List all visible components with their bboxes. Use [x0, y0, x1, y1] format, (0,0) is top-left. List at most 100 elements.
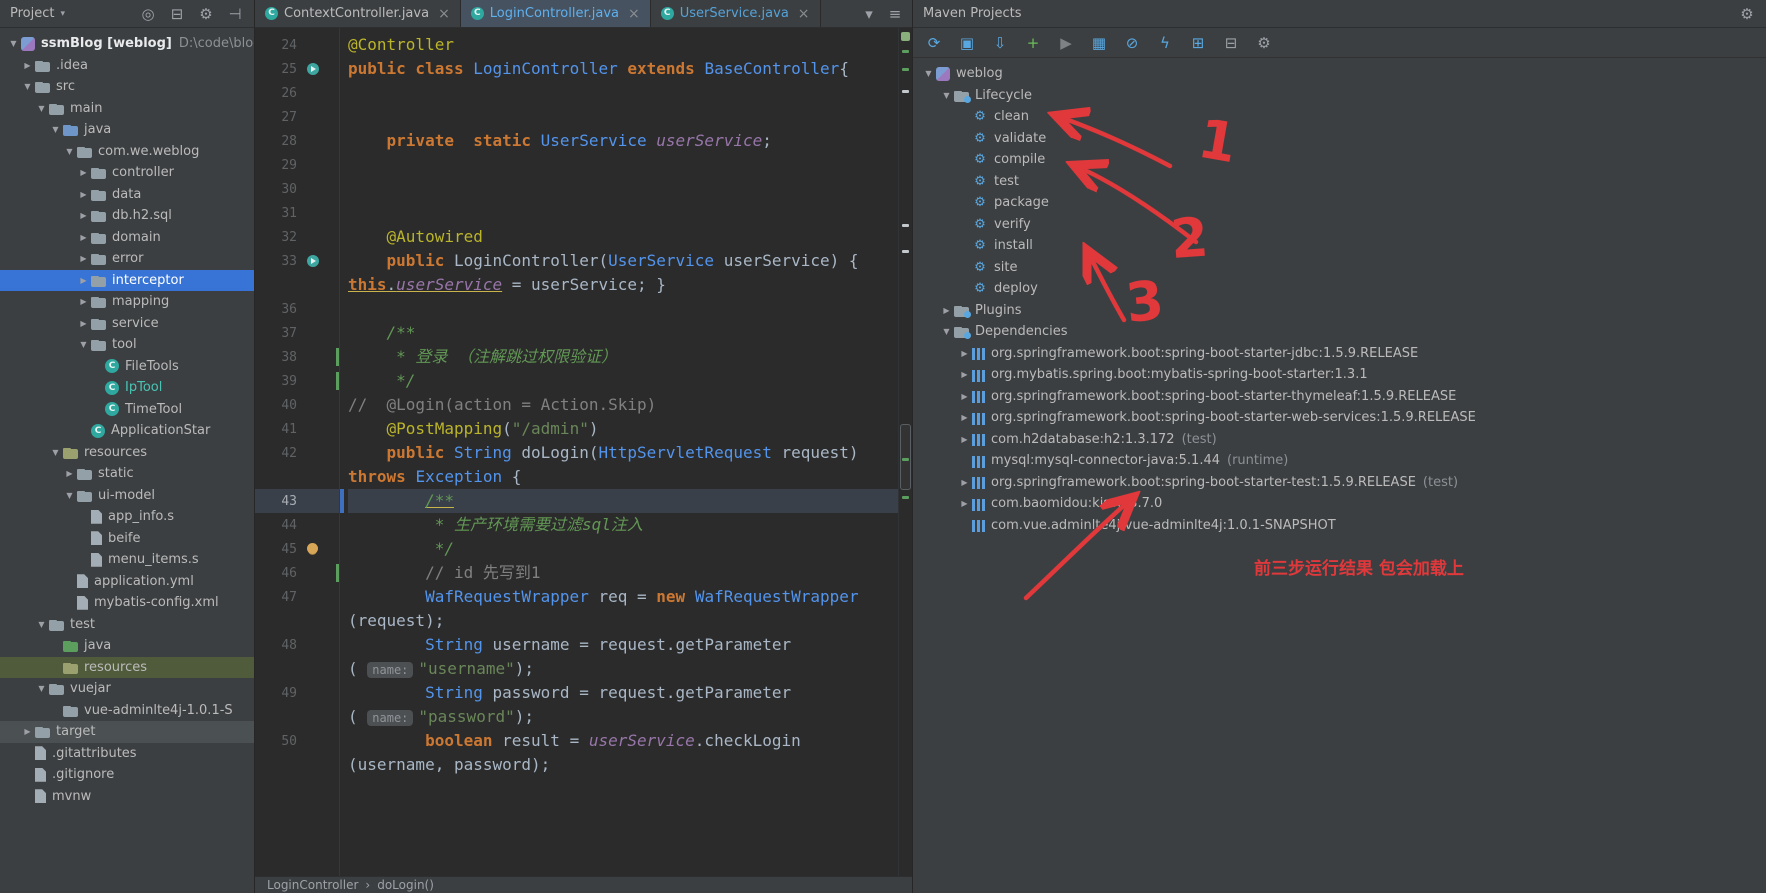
maven-item-org-springframework-boot-spring-boot-starter-web-services-1-5-9-release[interactable]: ▶ org.springframework.boot:spring-boot-st… — [913, 407, 1766, 429]
gutter-line[interactable]: 25 — [255, 57, 339, 81]
close-icon[interactable]: × — [798, 6, 810, 22]
gutter-line[interactable]: 36 — [255, 297, 339, 321]
code-line[interactable]: public String doLogin(HttpServletRequest… — [348, 441, 898, 465]
code-line[interactable]: * 登录 （注解跳过权限验证） — [348, 345, 898, 369]
project-item-vuejar[interactable]: ▼ vuejar — [0, 678, 254, 700]
spring-bean-icon[interactable] — [307, 255, 319, 267]
code-line[interactable]: @PostMapping("/admin") — [348, 417, 898, 441]
gutter-line[interactable]: 49 — [255, 681, 339, 705]
chevron-down-icon[interactable]: ▼ — [921, 69, 936, 78]
code-line[interactable]: boolean result = userService.checkLogin — [348, 729, 898, 753]
gutter-line[interactable]: 33 — [255, 249, 339, 273]
intention-bulb-icon[interactable] — [307, 543, 318, 554]
code-line[interactable] — [348, 297, 898, 321]
collapse-all-icon[interactable]: ⊟ — [168, 5, 186, 23]
chevron-down-icon[interactable]: ▼ — [34, 104, 49, 113]
chevron-right-icon[interactable]: ▶ — [20, 61, 35, 70]
gutter-line[interactable] — [255, 753, 339, 777]
gutter-line[interactable]: 42 — [255, 441, 339, 465]
maven-item-org-mybatis-spring-boot-mybatis-spring-boot-starter-1-3-1[interactable]: ▶ org.mybatis.spring.boot:mybatis-spring-… — [913, 364, 1766, 386]
generate-sources-icon[interactable]: ▣ — [958, 34, 976, 52]
chevron-down-icon[interactable]: ▼ — [939, 327, 954, 336]
chevron-down-icon[interactable]: ▼ — [48, 125, 63, 134]
code-line[interactable]: /** — [348, 321, 898, 345]
project-item-test[interactable]: ▼ test — [0, 614, 254, 636]
gutter-line[interactable]: 28 — [255, 129, 339, 153]
maven-item-test[interactable]: ⚙ test — [913, 171, 1766, 193]
chevron-down-icon[interactable]: ▼ — [6, 39, 21, 48]
gutter-line[interactable]: 39 — [255, 369, 339, 393]
maven-item-mysql-mysql-connector-java-5-1-44[interactable]: mysql:mysql-connector-java:5.1.44 (runtim… — [913, 450, 1766, 472]
chevron-right-icon[interactable]: ▶ — [76, 211, 91, 220]
maven-item-verify[interactable]: ⚙ verify — [913, 214, 1766, 236]
chevron-right-icon[interactable]: ▶ — [76, 254, 91, 263]
chevron-right-icon[interactable]: ▶ — [76, 190, 91, 199]
code-line[interactable]: /** — [340, 489, 898, 513]
code-line[interactable]: @Controller — [348, 33, 898, 57]
project-item-beife[interactable]: beife — [0, 528, 254, 550]
project-item-db-h2-sql[interactable]: ▶ db.h2.sql — [0, 205, 254, 227]
maven-item-com-baomidou-kisso-3-7-0[interactable]: ▶ com.baomidou:kisso:3.7.0 — [913, 493, 1766, 515]
project-item-com-we-weblog[interactable]: ▼ com.we.weblog — [0, 141, 254, 163]
gutter-line[interactable]: 31 — [255, 201, 339, 225]
gutter-line[interactable]: 47 — [255, 585, 339, 609]
project-item-timetool[interactable]: C TimeTool — [0, 399, 254, 421]
gutter-line[interactable]: 46 — [255, 561, 339, 585]
toggle-offline-mode-icon[interactable]: ⊘ — [1123, 34, 1141, 52]
gutter-line[interactable] — [255, 273, 339, 297]
add-maven-project-icon[interactable]: + — [1024, 34, 1042, 52]
gutter-line[interactable]: 37 — [255, 321, 339, 345]
project-item-menu-items-s[interactable]: menu_items.s — [0, 549, 254, 571]
maven-item-org-springframework-boot-spring-boot-starter-thymeleaf-1-5-9-release[interactable]: ▶ org.springframework.boot:spring-boot-st… — [913, 386, 1766, 408]
code-line[interactable]: this.userService = userService; } — [348, 273, 898, 297]
inspections-indicator[interactable] — [901, 32, 910, 41]
chevron-down-icon[interactable]: ▼ — [62, 147, 77, 156]
collapse-all-icon[interactable]: ⊟ — [1222, 34, 1240, 52]
maven-item-com-vue-adminlte4j-vue-adminlte4j-1-0-1-snapshot[interactable]: com.vue.adminlte4j:vue-adminlte4j:1.0.1-… — [913, 515, 1766, 537]
project-item-vue-adminlte4j-1-0-1-s[interactable]: vue-adminlte4j-1.0.1-S — [0, 700, 254, 722]
chevron-right-icon[interactable]: ▶ — [76, 233, 91, 242]
project-item-filetools[interactable]: C FileTools — [0, 356, 254, 378]
show-dependencies-icon[interactable]: ⊞ — [1189, 34, 1207, 52]
project-item-mybatis-config-xml[interactable]: mybatis-config.xml — [0, 592, 254, 614]
code-line[interactable]: ( name: "username"); — [348, 657, 898, 681]
gutter-line[interactable]: 29 — [255, 153, 339, 177]
project-item-java[interactable]: ▼ java — [0, 119, 254, 141]
project-item-target[interactable]: ▶ target — [0, 721, 254, 743]
chevron-right-icon[interactable]: ▶ — [957, 392, 972, 401]
chevron-right-icon[interactable]: ▶ — [62, 469, 77, 478]
project-item-service[interactable]: ▶ service — [0, 313, 254, 335]
chevron-right-icon[interactable]: ▶ — [957, 349, 972, 358]
project-item-applicationstar[interactable]: C ApplicationStar — [0, 420, 254, 442]
locate-file-icon[interactable]: ◎ — [139, 5, 157, 23]
chevron-right-icon[interactable]: ▶ — [76, 168, 91, 177]
chevron-right-icon[interactable]: ▶ — [957, 499, 972, 508]
settings-gear-icon[interactable]: ⚙ — [197, 5, 215, 23]
project-item-tool[interactable]: ▼ tool — [0, 334, 254, 356]
reimport-all-maven-projects-icon[interactable]: ⟳ — [925, 34, 943, 52]
code-line[interactable]: String username = request.getParameter — [348, 633, 898, 657]
maven-item-install[interactable]: ⚙ install — [913, 235, 1766, 257]
project-item-idea[interactable]: ▶ .idea — [0, 55, 254, 77]
gutter-line[interactable]: 43 — [255, 489, 339, 513]
gutter-line[interactable]: 44 — [255, 513, 339, 537]
execute-maven-goal-icon[interactable]: ▦ — [1090, 34, 1108, 52]
gutter-line[interactable]: 24 — [255, 33, 339, 57]
gutter-line[interactable]: 30 — [255, 177, 339, 201]
code-line[interactable] — [348, 105, 898, 129]
gutter-line[interactable]: 41 — [255, 417, 339, 441]
code-line[interactable]: WafRequestWrapper req = new WafRequestWr… — [348, 585, 898, 609]
gutter-line[interactable]: 48 — [255, 633, 339, 657]
code-line[interactable]: @Autowired — [348, 225, 898, 249]
chevron-down-icon[interactable]: ▼ — [939, 91, 954, 100]
project-item-java[interactable]: java — [0, 635, 254, 657]
maven-item-clean[interactable]: ⚙ clean — [913, 106, 1766, 128]
chevron-down-icon[interactable]: ▼ — [62, 491, 77, 500]
tab-contextcontroller-java[interactable]: C ContextController.java × — [255, 0, 461, 27]
code-line[interactable]: public class LoginController extends Bas… — [348, 57, 898, 81]
maven-item-com-h2database-h2-1-3-172[interactable]: ▶ com.h2database:h2:1.3.172 (test) — [913, 429, 1766, 451]
maven-item-deploy[interactable]: ⚙ deploy — [913, 278, 1766, 300]
project-view-dropdown[interactable]: Project ▾ — [10, 6, 65, 21]
project-item-ssmblog-weblog[interactable]: ▼ ssmBlog [weblog] D:\code\blog — [0, 33, 254, 55]
code-line[interactable]: String password = request.getParameter — [348, 681, 898, 705]
